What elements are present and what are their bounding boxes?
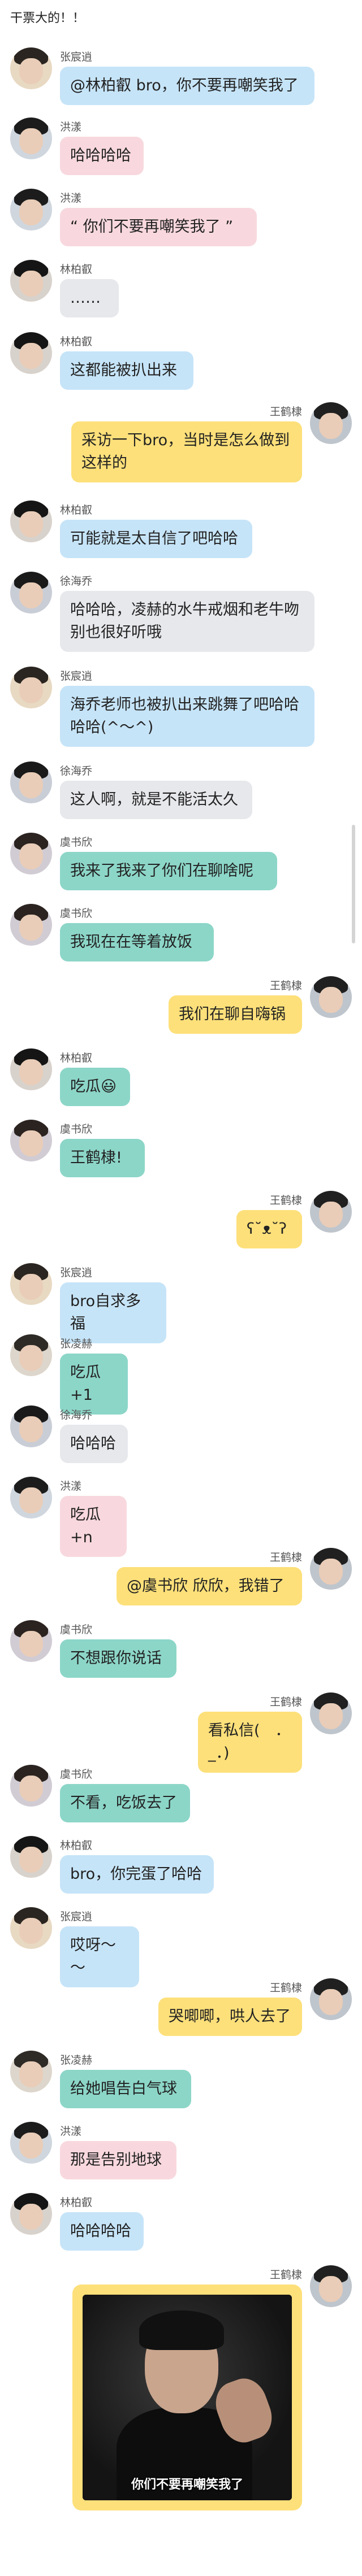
message-bubble[interactable]: 吃瓜😃 — [60, 1068, 130, 1106]
message-bubble[interactable]: 采访一下bro，当时是怎么做到这样的 — [71, 421, 302, 482]
sender-name: 虞书欣 — [60, 907, 93, 920]
sender-name: 林柏叡 — [60, 1052, 93, 1064]
message-bubble[interactable]: 我现在在等着放饭 — [60, 923, 214, 961]
sender-name: 徐海乔 — [60, 765, 93, 777]
meme-image[interactable]: 你们不要再嘲笑我了 — [83, 2295, 292, 2500]
avatar[interactable] — [10, 118, 52, 159]
avatar[interactable] — [310, 1978, 352, 2020]
message-bubble[interactable]: 不想跟你说话 — [60, 1639, 176, 1678]
sender-name: 林柏叡 — [60, 1839, 93, 1852]
message-bubble[interactable]: 给她唱告白气球 — [60, 2070, 191, 2108]
avatar[interactable] — [10, 2122, 52, 2164]
avatar[interactable] — [10, 1120, 52, 1161]
message-bubble[interactable]: 吃瓜+1 — [60, 1354, 128, 1415]
avatar[interactable] — [10, 904, 52, 946]
sender-name: 张凌赫 — [60, 2054, 93, 2066]
message-bubble[interactable]: bro自求多福 — [60, 1282, 166, 1343]
avatar[interactable] — [10, 1048, 52, 1090]
sender-name: 张宸逍 — [60, 1911, 93, 1923]
avatar[interactable] — [10, 501, 52, 542]
message-bubble[interactable]: 海乔老师也被扒出来跳舞了吧哈哈哈哈(^～^) — [60, 686, 314, 747]
sender-name: 王鹤棣 — [269, 1982, 302, 1994]
sender-name: 张宸逍 — [60, 670, 93, 682]
message-bubble[interactable]: 吃瓜+n — [60, 1496, 127, 1557]
message-bubble[interactable]: 哭唧唧，哄人去了 — [158, 1998, 302, 2036]
message-bubble[interactable]: 哈哈哈哈 — [60, 137, 144, 175]
message-bubble[interactable]: 我来了我来了你们在聊啥呢 — [60, 852, 277, 890]
message-bubble[interactable]: 哈哈哈，凌赫的水牛戒烟和老牛吻别也很好听哦 — [60, 591, 314, 652]
avatar[interactable] — [10, 1263, 52, 1305]
sender-name: 林柏叡 — [60, 504, 93, 516]
sender-name: 洪漾 — [60, 192, 82, 204]
avatar[interactable] — [10, 1836, 52, 1878]
avatar[interactable] — [310, 1548, 352, 1590]
avatar[interactable] — [10, 1334, 52, 1376]
sender-name: 王鹤棣 — [269, 1194, 302, 1207]
sender-name: 洪漾 — [60, 121, 82, 133]
avatar[interactable] — [10, 1477, 52, 1518]
message-bubble[interactable]: 这都能被扒出来 — [60, 351, 193, 390]
avatar[interactable] — [310, 1191, 352, 1233]
message-bubble[interactable]: 看私信( ．_．) — [198, 1712, 302, 1773]
message-bubble[interactable]: 那是告别地球 — [60, 2141, 176, 2179]
avatar[interactable] — [10, 1406, 52, 1447]
message-bubble[interactable]: 可能就是太自信了吧哈哈 — [60, 520, 252, 558]
sender-name: 张宸逍 — [60, 51, 93, 63]
sender-name: 徐海乔 — [60, 1409, 93, 1421]
sender-name: 洪漾 — [60, 2125, 82, 2138]
avatar[interactable] — [310, 976, 352, 1018]
message-bubble[interactable]: 哈哈哈 — [60, 1425, 128, 1463]
avatar[interactable] — [10, 1620, 52, 1662]
chat-title: 干票大的！！ — [10, 11, 85, 25]
message-bubble[interactable]: 哎呀～～ — [60, 1926, 139, 1987]
meme-caption: 你们不要再嘲笑我了 — [131, 2477, 243, 2492]
sender-name: 徐海乔 — [60, 575, 93, 588]
sender-name: 王鹤棣 — [269, 406, 302, 418]
message-bubble[interactable]: 不看，吃饭去了 — [60, 1784, 190, 1822]
sender-name: 虞书欣 — [60, 1123, 93, 1135]
message-bubble[interactable]: bro，你完蛋了哈哈 — [60, 1855, 214, 1894]
message-bubble[interactable]: “ 你们不要再嘲笑我了 ” — [60, 208, 257, 246]
sender-name: 王鹤棣 — [269, 1551, 302, 1564]
avatar[interactable] — [310, 1692, 352, 1734]
avatar[interactable] — [10, 2051, 52, 2092]
sender-name: 虞书欣 — [60, 1624, 93, 1636]
message-bubble[interactable]: @虞书欣 欣欣，我错了 — [117, 1567, 302, 1605]
sender-name: 虞书欣 — [60, 1768, 93, 1781]
message-bubble[interactable]: @林柏叡 bro，你不要再嘲笑我了 — [60, 67, 314, 105]
avatar[interactable] — [10, 1907, 52, 1949]
sender-name: 林柏叡 — [60, 263, 93, 276]
avatar[interactable] — [10, 667, 52, 708]
sender-name: 林柏叡 — [60, 2196, 93, 2209]
message-bubble[interactable]: 王鹤棣! — [60, 1139, 145, 1177]
avatar[interactable] — [10, 47, 52, 89]
message-bubble[interactable]: 这人啊，就是不能活太久 — [60, 781, 252, 819]
avatar[interactable] — [10, 2193, 52, 2235]
sender-name: 张宸逍 — [60, 1267, 93, 1279]
sender-name: 张凌赫 — [60, 1338, 93, 1350]
avatar[interactable] — [310, 2265, 352, 2307]
avatar[interactable] — [10, 260, 52, 302]
scrollbar[interactable] — [352, 825, 355, 943]
sender-name: 林柏叡 — [60, 336, 93, 348]
message-bubble[interactable]: ʕ˘ᴥ˘ʔ — [236, 1210, 302, 1248]
avatar[interactable] — [10, 572, 52, 613]
message-bubble[interactable]: 哈哈哈哈 — [60, 2212, 144, 2251]
sender-name: 王鹤棣 — [269, 980, 302, 992]
message-bubble[interactable]: …… — [60, 279, 119, 317]
avatar[interactable] — [10, 1765, 52, 1807]
sender-name: 王鹤棣 — [269, 1696, 302, 1708]
avatar[interactable] — [10, 189, 52, 230]
message-bubble[interactable]: 我们在聊自嗨锅 — [169, 995, 302, 1034]
avatar[interactable] — [10, 762, 52, 803]
image-message-bubble[interactable]: 你们不要再嘲笑我了 — [72, 2285, 302, 2510]
avatar[interactable] — [10, 833, 52, 874]
avatar[interactable] — [310, 402, 352, 444]
sender-name: 王鹤棣 — [269, 2269, 302, 2281]
sender-name: 洪漾 — [60, 1480, 82, 1492]
avatar[interactable] — [10, 332, 52, 374]
sender-name: 虞书欣 — [60, 836, 93, 848]
